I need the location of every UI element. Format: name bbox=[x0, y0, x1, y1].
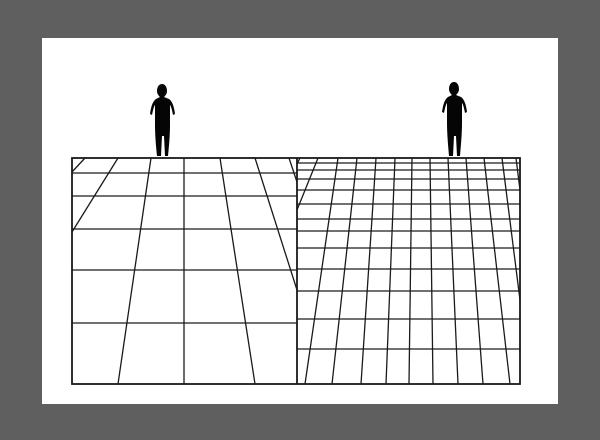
right-grid-converging-line bbox=[331, 157, 358, 385]
right-grid-converging-line bbox=[304, 157, 339, 385]
left-perspective-grid bbox=[71, 157, 298, 385]
right-grid-converging-line bbox=[296, 157, 319, 211]
left-grid-converging-line bbox=[288, 157, 298, 183]
illustration-stage bbox=[0, 0, 600, 440]
right-perspective-grid bbox=[296, 157, 521, 385]
right-grid-converging-line bbox=[465, 157, 484, 385]
right-grid-converging-line bbox=[360, 157, 377, 385]
left-person-silhouette-icon bbox=[150, 84, 175, 156]
right-grid-converging-line bbox=[408, 157, 413, 385]
right-grid-converging-line bbox=[447, 157, 459, 385]
left-grid-converging-line bbox=[71, 157, 86, 173]
right-grid-converging-line bbox=[429, 157, 434, 385]
left-grid-converging-line bbox=[71, 157, 119, 233]
perspective-illustration bbox=[71, 82, 521, 385]
right-grid-converging-line bbox=[385, 157, 396, 385]
left-grid-converging-line bbox=[219, 157, 256, 385]
left-grid-converging-line bbox=[117, 157, 152, 385]
right-person-silhouette-icon bbox=[442, 82, 467, 156]
